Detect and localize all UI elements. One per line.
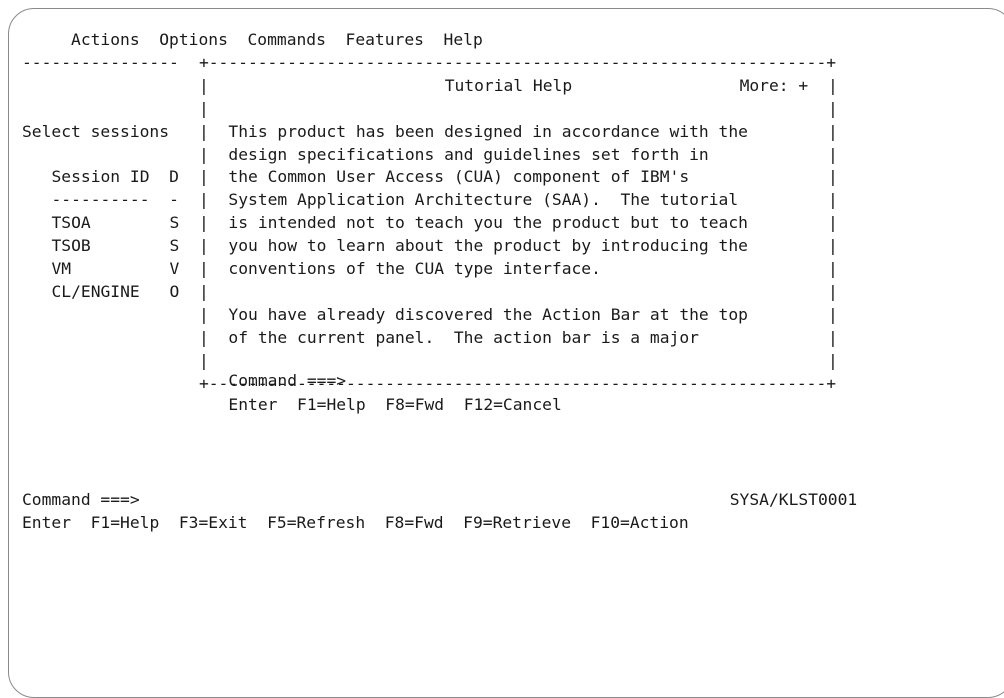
- popup-border-right: |: [828, 167, 838, 187]
- column-session-id: Session ID: [51, 167, 150, 187]
- session-id-tsob[interactable]: TSOB: [51, 235, 90, 258]
- popup-border-right: |: [828, 75, 838, 95]
- popup-command-label: Command ===>: [228, 371, 347, 391]
- popup-border-right: |: [828, 190, 838, 210]
- session-d-cl-engine: O: [169, 281, 180, 301]
- session-d-vm: V: [169, 259, 180, 278]
- session-table-header-underline: ---------- -: [51, 189, 178, 212]
- key-f3-exit[interactable]: F3=Exit: [179, 513, 248, 532]
- popup-border-right: |: [828, 259, 838, 278]
- popup-text-line: is intended not to teach you the product…: [228, 213, 748, 233]
- key-enter[interactable]: Enter: [22, 513, 71, 532]
- key-f10-action[interactable]: F10=Action: [591, 513, 689, 532]
- header-underline: ----------: [51, 190, 150, 210]
- popup-text-line: You have already discovered the Action B…: [228, 304, 748, 324]
- popup-border-right: |: [828, 144, 838, 164]
- menu-features[interactable]: Features: [346, 30, 424, 49]
- popup-border-right: |: [828, 121, 838, 141]
- popup-border-right: |: [828, 281, 838, 301]
- popup-key-enter[interactable]: Enter: [228, 395, 277, 414]
- popup-text-line: of the current panel. The action bar is …: [228, 327, 699, 347]
- session-d-tsob: S: [169, 236, 180, 256]
- popup-text-line: System Application Architecture (SAA). T…: [228, 190, 739, 210]
- key-f1-help[interactable]: F1=Help: [91, 513, 160, 532]
- popup-border-left: |: [198, 327, 209, 347]
- popup-border-left: |: [198, 75, 209, 95]
- popup-border-right: |: [828, 213, 838, 233]
- popup-more-indicator: More: +: [739, 75, 809, 95]
- system-id: SYSA/KLST0001: [729, 490, 858, 510]
- popup-border-left: |: [198, 213, 209, 233]
- session-id-tsoa[interactable]: TSOA: [51, 212, 90, 235]
- popup-border-right: |: [828, 236, 838, 256]
- left-panel-title: Select sessions: [22, 121, 170, 141]
- popup-function-keys: Enter F1=Help F8=Fwd F12=Cancel: [228, 394, 561, 417]
- popup-border-left: |: [198, 304, 209, 324]
- popup-border-left: |: [198, 190, 209, 210]
- command-label: Command ===>: [22, 490, 140, 510]
- popup-border-left: |: [198, 167, 209, 187]
- popup-border-left: |: [198, 236, 209, 256]
- popup-text-line: conventions of the CUA type interface.: [228, 259, 601, 278]
- popup-text-line: This product has been designed in accord…: [228, 121, 748, 141]
- popup-key-f8-fwd[interactable]: F8=Fwd: [385, 395, 444, 414]
- popup-key-f1-help[interactable]: F1=Help: [297, 395, 366, 414]
- popup-text-line: you how to learn about the product by in…: [228, 236, 748, 256]
- menu-commands[interactable]: Commands: [247, 30, 325, 49]
- popup-border-right: |: [828, 350, 838, 370]
- popup-border-right: |: [828, 327, 838, 347]
- terminal-frame: [8, 8, 1004, 698]
- session-id-cl-engine[interactable]: CL/ENGINE: [51, 281, 139, 304]
- popup-border-left: |: [198, 259, 209, 278]
- popup-border-top: +---------------------------------------…: [198, 52, 837, 72]
- popup-border-left: |: [198, 350, 209, 370]
- menu-bar: Actions Options Commands Features Help: [22, 29, 483, 52]
- popup-border-left: |: [198, 98, 209, 118]
- session-d-tsoa: S: [169, 213, 180, 233]
- function-keys: Enter F1=Help F3=Exit F5=Refresh F8=Fwd …: [22, 512, 689, 535]
- column-d: D: [169, 167, 179, 187]
- key-f8-fwd[interactable]: F8=Fwd: [385, 513, 444, 532]
- popup-text-line: the Common User Access (CUA) component o…: [228, 167, 690, 187]
- menu-actions[interactable]: Actions: [71, 30, 140, 49]
- popup-title: Tutorial Help: [444, 75, 573, 95]
- popup-border-left: |: [198, 121, 209, 141]
- menu-options[interactable]: Options: [159, 30, 228, 49]
- popup-border-left: |: [198, 144, 209, 164]
- popup-key-f12-cancel[interactable]: F12=Cancel: [464, 395, 562, 414]
- key-f9-retrieve[interactable]: F9=Retrieve: [463, 513, 571, 532]
- menu-help[interactable]: Help: [444, 30, 483, 49]
- popup-border-right: |: [828, 98, 838, 118]
- header-underline: -: [169, 190, 179, 210]
- session-table-header: Session ID D: [51, 166, 178, 189]
- action-bar-separator: ----------------: [22, 52, 179, 72]
- popup-border-left: |: [198, 281, 209, 301]
- popup-border-right: |: [828, 304, 838, 324]
- key-f5-refresh[interactable]: F5=Refresh: [267, 513, 365, 532]
- popup-text-line: design specifications and guidelines set…: [228, 144, 709, 164]
- session-id-vm[interactable]: VM: [51, 258, 71, 281]
